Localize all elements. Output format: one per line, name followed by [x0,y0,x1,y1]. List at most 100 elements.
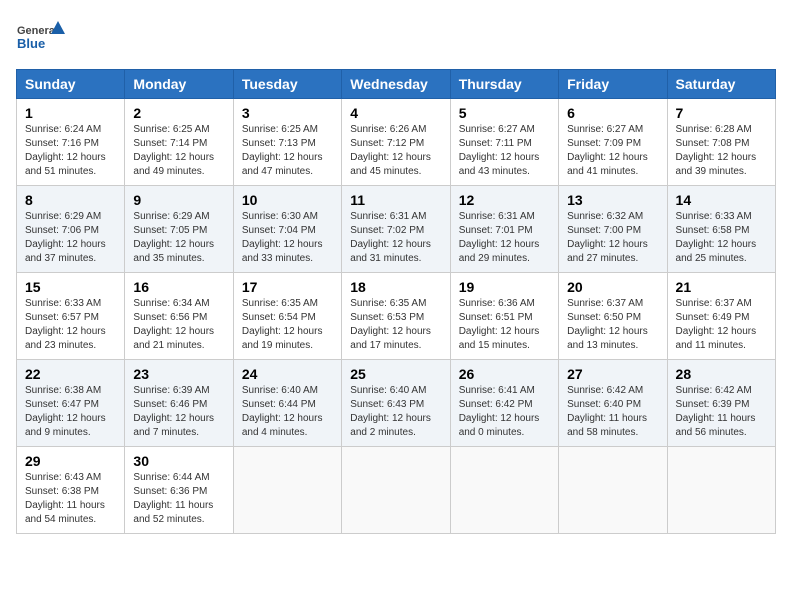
day-info: Sunrise: 6:37 AMSunset: 6:50 PMDaylight:… [567,297,658,353]
weekday-header-saturday: Saturday [667,70,775,99]
calendar-week-5: 29 Sunrise: 6:43 AMSunset: 6:38 PMDayligh… [17,447,776,534]
day-info: Sunrise: 6:25 AMSunset: 7:14 PMDaylight:… [133,123,224,179]
calendar-week-2: 8 Sunrise: 6:29 AMSunset: 7:06 PMDaylight… [17,186,776,273]
day-info: Sunrise: 6:26 AMSunset: 7:12 PMDaylight:… [350,123,441,179]
weekday-header-row: SundayMondayTuesdayWednesdayThursdayFrid… [17,70,776,99]
day-number: 5 [459,105,550,121]
day-info: Sunrise: 6:42 AMSunset: 6:39 PMDaylight:… [676,384,767,440]
day-info: Sunrise: 6:32 AMSunset: 7:00 PMDaylight:… [567,210,658,266]
day-info: Sunrise: 6:27 AMSunset: 7:11 PMDaylight:… [459,123,550,179]
weekday-header-tuesday: Tuesday [233,70,341,99]
day-number: 18 [350,279,441,295]
day-number: 20 [567,279,658,295]
day-info: Sunrise: 6:33 AMSunset: 6:57 PMDaylight:… [25,297,116,353]
day-number: 9 [133,192,224,208]
day-info: Sunrise: 6:27 AMSunset: 7:09 PMDaylight:… [567,123,658,179]
calendar-cell: 4 Sunrise: 6:26 AMSunset: 7:12 PMDaylight… [342,99,450,186]
calendar-cell: 18 Sunrise: 6:35 AMSunset: 6:53 PMDayligh… [342,273,450,360]
day-number: 2 [133,105,224,121]
day-number: 21 [676,279,767,295]
calendar-week-4: 22Sunrise: 6:38 AMSunset: 6:47 PMDayligh… [17,360,776,447]
day-number: 25 [350,366,441,382]
day-info: Sunrise: 6:41 AMSunset: 6:42 PMDaylight:… [459,384,550,440]
calendar-cell: 21Sunrise: 6:37 AMSunset: 6:49 PMDayligh… [667,273,775,360]
weekday-header-monday: Monday [125,70,233,99]
day-number: 28 [676,366,767,382]
day-info: Sunrise: 6:29 AMSunset: 7:06 PMDaylight:… [25,210,116,266]
calendar-cell [233,447,341,534]
calendar-cell: 17Sunrise: 6:35 AMSunset: 6:54 PMDayligh… [233,273,341,360]
weekday-header-thursday: Thursday [450,70,558,99]
day-info: Sunrise: 6:31 AMSunset: 7:02 PMDaylight:… [350,210,441,266]
calendar-cell: 8 Sunrise: 6:29 AMSunset: 7:06 PMDaylight… [17,186,125,273]
day-number: 24 [242,366,333,382]
calendar-cell: 29 Sunrise: 6:43 AMSunset: 6:38 PMDayligh… [17,447,125,534]
day-number: 23 [133,366,224,382]
calendar-cell: 13 Sunrise: 6:32 AMSunset: 7:00 PMDayligh… [559,186,667,273]
day-number: 15 [25,279,116,295]
calendar-cell: 28 Sunrise: 6:42 AMSunset: 6:39 PMDayligh… [667,360,775,447]
calendar-cell: 3 Sunrise: 6:25 AMSunset: 7:13 PMDaylight… [233,99,341,186]
calendar-cell: 7 Sunrise: 6:28 AMSunset: 7:08 PMDaylight… [667,99,775,186]
calendar-cell: 23 Sunrise: 6:39 AMSunset: 6:46 PMDayligh… [125,360,233,447]
calendar-week-3: 15 Sunrise: 6:33 AMSunset: 6:57 PMDayligh… [17,273,776,360]
weekday-header-wednesday: Wednesday [342,70,450,99]
day-info: Sunrise: 6:39 AMSunset: 6:46 PMDaylight:… [133,384,224,440]
day-number: 27 [567,366,658,382]
calendar-cell: 24Sunrise: 6:40 AMSunset: 6:44 PMDayligh… [233,360,341,447]
day-number: 1 [25,105,116,121]
calendar-cell: 16 Sunrise: 6:34 AMSunset: 6:56 PMDayligh… [125,273,233,360]
day-info: Sunrise: 6:44 AMSunset: 6:36 PMDaylight:… [133,471,224,527]
weekday-header-sunday: Sunday [17,70,125,99]
calendar-cell [342,447,450,534]
calendar-cell: 22Sunrise: 6:38 AMSunset: 6:47 PMDayligh… [17,360,125,447]
header: General Blue [16,16,776,61]
calendar-cell: 9Sunrise: 6:29 AMSunset: 7:05 PMDaylight… [125,186,233,273]
day-number: 16 [133,279,224,295]
calendar-cell: 5 Sunrise: 6:27 AMSunset: 7:11 PMDaylight… [450,99,558,186]
day-info: Sunrise: 6:35 AMSunset: 6:53 PMDaylight:… [350,297,441,353]
day-number: 13 [567,192,658,208]
weekday-header-friday: Friday [559,70,667,99]
calendar-cell: 10 Sunrise: 6:30 AMSunset: 7:04 PMDayligh… [233,186,341,273]
day-number: 12 [459,192,550,208]
day-info: Sunrise: 6:31 AMSunset: 7:01 PMDaylight:… [459,210,550,266]
day-info: Sunrise: 6:42 AMSunset: 6:40 PMDaylight:… [567,384,658,440]
day-number: 30 [133,453,224,469]
day-info: Sunrise: 6:30 AMSunset: 7:04 PMDaylight:… [242,210,333,266]
day-info: Sunrise: 6:24 AMSunset: 7:16 PMDaylight:… [25,123,116,179]
day-number: 26 [459,366,550,382]
logo: General Blue [16,16,66,61]
day-info: Sunrise: 6:40 AMSunset: 6:43 PMDaylight:… [350,384,441,440]
day-info: Sunrise: 6:35 AMSunset: 6:54 PMDaylight:… [242,297,333,353]
calendar: SundayMondayTuesdayWednesdayThursdayFrid… [16,69,776,534]
calendar-cell: 12 Sunrise: 6:31 AMSunset: 7:01 PMDayligh… [450,186,558,273]
day-number: 3 [242,105,333,121]
calendar-cell: 25 Sunrise: 6:40 AMSunset: 6:43 PMDayligh… [342,360,450,447]
calendar-cell: 27 Sunrise: 6:42 AMSunset: 6:40 PMDayligh… [559,360,667,447]
day-info: Sunrise: 6:34 AMSunset: 6:56 PMDaylight:… [133,297,224,353]
day-number: 7 [676,105,767,121]
day-number: 29 [25,453,116,469]
calendar-cell: 6 Sunrise: 6:27 AMSunset: 7:09 PMDaylight… [559,99,667,186]
day-number: 4 [350,105,441,121]
logo-svg: General Blue [16,16,66,61]
calendar-cell: 20 Sunrise: 6:37 AMSunset: 6:50 PMDayligh… [559,273,667,360]
calendar-cell: 1 Sunrise: 6:24 AMSunset: 7:16 PMDaylight… [17,99,125,186]
calendar-week-1: 1 Sunrise: 6:24 AMSunset: 7:16 PMDaylight… [17,99,776,186]
day-info: Sunrise: 6:38 AMSunset: 6:47 PMDaylight:… [25,384,116,440]
day-info: Sunrise: 6:25 AMSunset: 7:13 PMDaylight:… [242,123,333,179]
day-info: Sunrise: 6:28 AMSunset: 7:08 PMDaylight:… [676,123,767,179]
calendar-cell: 15 Sunrise: 6:33 AMSunset: 6:57 PMDayligh… [17,273,125,360]
calendar-cell: 2 Sunrise: 6:25 AMSunset: 7:14 PMDaylight… [125,99,233,186]
svg-text:Blue: Blue [17,36,45,51]
day-info: Sunrise: 6:43 AMSunset: 6:38 PMDaylight:… [25,471,116,527]
day-number: 6 [567,105,658,121]
calendar-cell [559,447,667,534]
day-info: Sunrise: 6:33 AMSunset: 6:58 PMDaylight:… [676,210,767,266]
day-number: 8 [25,192,116,208]
day-number: 14 [676,192,767,208]
calendar-cell [667,447,775,534]
day-number: 10 [242,192,333,208]
calendar-cell: 26 Sunrise: 6:41 AMSunset: 6:42 PMDayligh… [450,360,558,447]
